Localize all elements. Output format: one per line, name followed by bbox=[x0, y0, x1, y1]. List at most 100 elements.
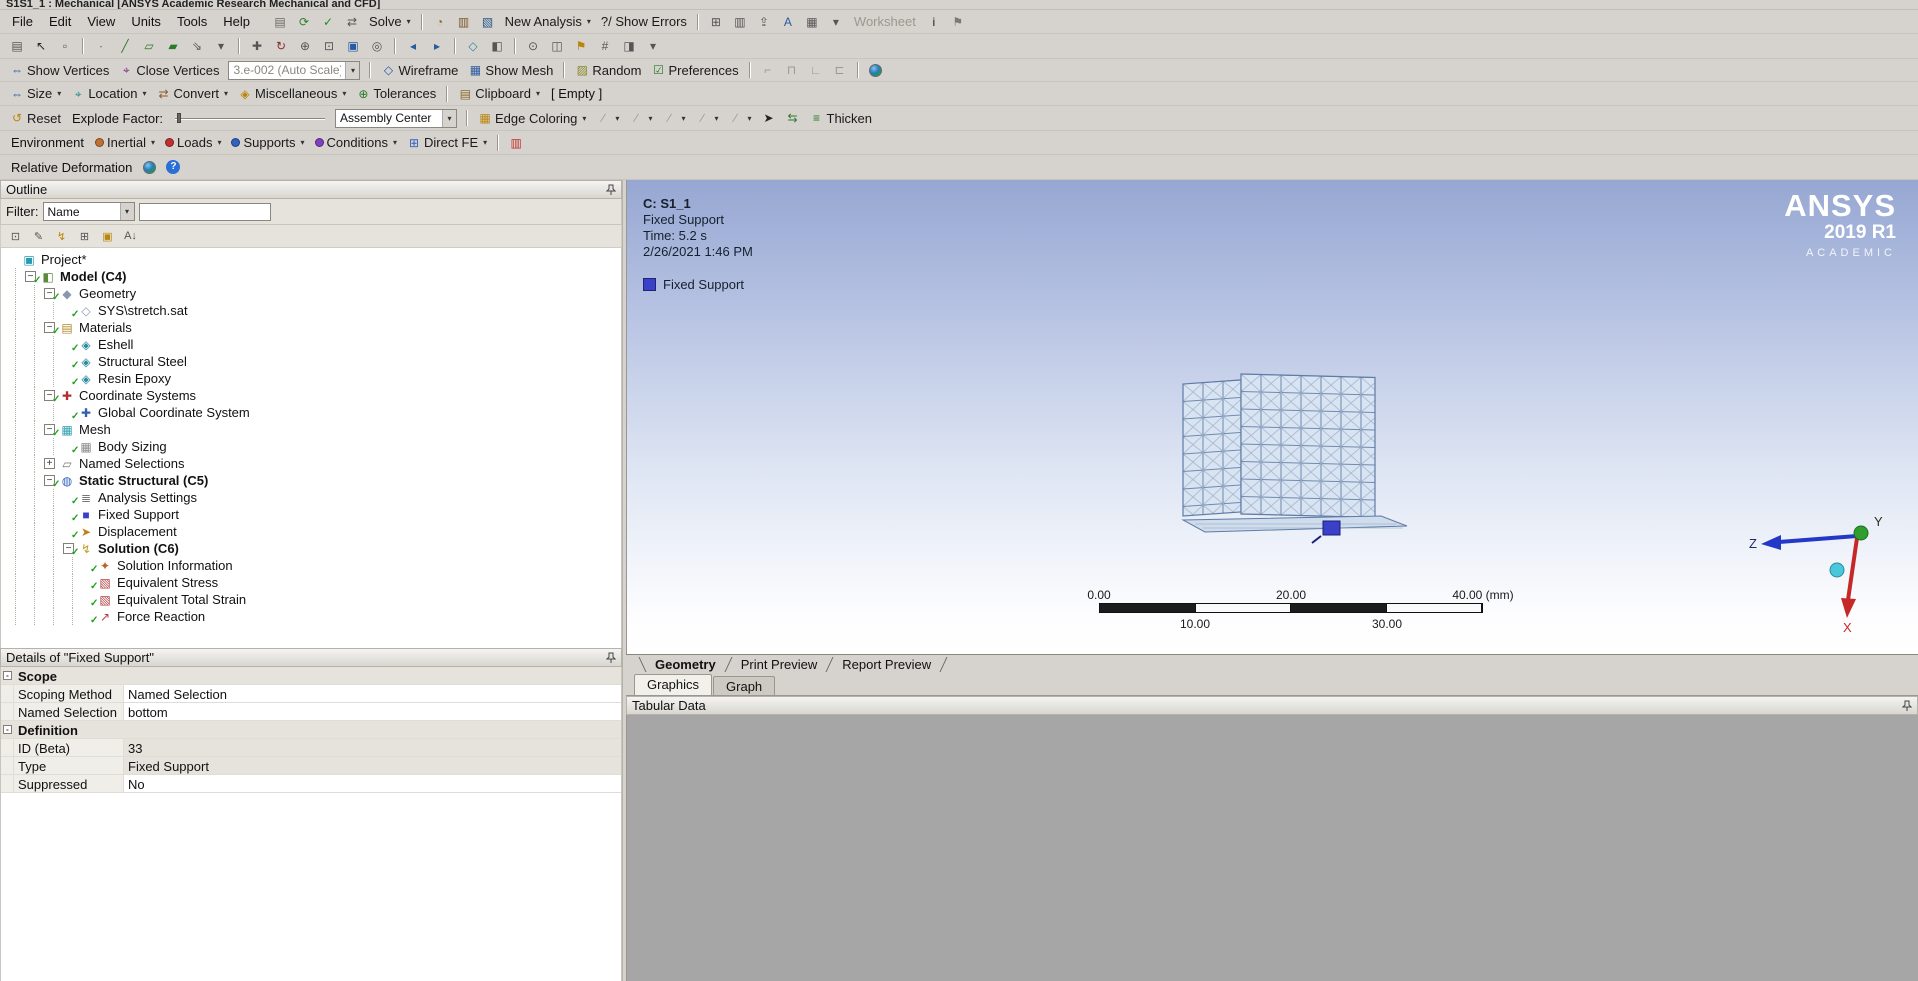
tag-icon[interactable]: ⚑ bbox=[946, 11, 970, 32]
expand-more-icon[interactable]: ⊞ bbox=[74, 227, 95, 246]
extrema-icon[interactable]: ⇆ bbox=[781, 108, 805, 129]
inertial-dropdown[interactable]: Inertial ▾ bbox=[90, 132, 160, 153]
collapse-icon[interactable]: - bbox=[3, 725, 12, 734]
box-select-icon[interactable]: ▫ bbox=[53, 36, 77, 57]
gauge-icon[interactable]: ◔ bbox=[428, 11, 452, 32]
rescale-annotation-icon[interactable]: ⊙ bbox=[521, 36, 545, 57]
body-filter-icon[interactable]: ▰ bbox=[161, 36, 185, 57]
select-mode-caret-icon[interactable]: ▾ bbox=[209, 36, 233, 57]
refresh-icon[interactable]: ⟳ bbox=[292, 11, 316, 32]
face-filter-icon[interactable]: ▱ bbox=[137, 36, 161, 57]
remote-solve-icon[interactable]: ⇄ bbox=[340, 11, 364, 32]
conditions-dropdown[interactable]: Conditions ▾ bbox=[310, 132, 402, 153]
menu-view[interactable]: View bbox=[79, 10, 123, 33]
convert-dropdown[interactable]: ⇄ Convert ▾ bbox=[151, 83, 233, 104]
random-colors-button[interactable]: ▨ Random bbox=[570, 60, 646, 81]
previous-view-icon[interactable]: ◂ bbox=[401, 36, 425, 57]
tree-item-coordinate-systems[interactable]: − ✚ ✓ Coordinate Systems bbox=[6, 387, 621, 405]
paste-icon[interactable]: ▤ bbox=[268, 11, 292, 32]
details-section-definition[interactable]: - Definition bbox=[1, 721, 621, 739]
next-view-icon[interactable]: ▸ bbox=[425, 36, 449, 57]
chart2-icon[interactable]: ▥ bbox=[728, 11, 752, 32]
edge-filter-icon[interactable]: ╱ bbox=[113, 36, 137, 57]
globe-icon[interactable] bbox=[138, 157, 161, 178]
tree-item-equivalent-total-strain[interactable]: ▧ ✓ Equivalent Total Strain bbox=[6, 591, 621, 609]
chart-icon[interactable]: ▥ bbox=[452, 11, 476, 32]
viewport-layout-caret-icon[interactable]: ▾ bbox=[641, 36, 665, 57]
tree-item-displacement[interactable]: ➤ ✓ Displacement bbox=[6, 523, 621, 541]
wireframe-button[interactable]: ◇ Wireframe bbox=[376, 60, 463, 81]
direct-fe-dropdown[interactable]: ⊞ Direct FE ▾ bbox=[402, 132, 492, 153]
sort-az-icon[interactable]: A↓ bbox=[120, 227, 141, 246]
solve-dropdown[interactable]: Solve ▾ bbox=[364, 11, 416, 32]
expand-all-icon[interactable]: ⊡ bbox=[5, 227, 26, 246]
tree-item-geometry[interactable]: − ◆ ✓ Geometry bbox=[6, 285, 621, 303]
details-property-value[interactable]: Named Selection bbox=[124, 685, 621, 702]
fit-view-icon[interactable]: ▣ bbox=[341, 36, 365, 57]
ruler-icon[interactable]: # bbox=[593, 36, 617, 57]
3d-viewport[interactable]: C: S1_1 Fixed Support Time: 5.2 s 2/26/2… bbox=[626, 180, 1918, 654]
tree-item-eshell[interactable]: ◈ ✓ Eshell bbox=[6, 336, 621, 354]
look-at-icon[interactable]: ◧ bbox=[485, 36, 509, 57]
tree-item-resin-epoxy[interactable]: ◈ ✓ Resin Epoxy bbox=[6, 370, 621, 388]
capture-caret-icon[interactable]: ▾ bbox=[824, 11, 848, 32]
edit-filter-icon[interactable]: ✎ bbox=[28, 227, 49, 246]
assembly-center-combo[interactable]: Assembly Center ▾ bbox=[335, 108, 458, 128]
tree-item-sys-stretch-sat[interactable]: ◇ ✓ SYS\stretch.sat bbox=[6, 302, 621, 320]
tree-item-materials[interactable]: − ▤ ✓ Materials bbox=[6, 319, 621, 337]
tab-graphics[interactable]: Graphics bbox=[634, 674, 713, 695]
outline-pane-icon[interactable]: ▤ bbox=[5, 36, 29, 57]
viewports-icon[interactable]: ◫ bbox=[545, 36, 569, 57]
tree-item-body-sizing[interactable]: ▦ ✓ Body Sizing bbox=[6, 438, 621, 456]
size-dropdown[interactable]: ⇔ Size ▾ bbox=[5, 83, 66, 104]
menu-edit[interactable]: Edit bbox=[41, 10, 79, 33]
miscellaneous-dropdown[interactable]: ◈ Miscellaneous ▾ bbox=[233, 83, 351, 104]
menu-help[interactable]: Help bbox=[215, 10, 258, 33]
close-vertices-button[interactable]: ⌖ Close Vertices bbox=[114, 60, 224, 81]
show-vertices-button[interactable]: ⇔ Show Vertices bbox=[5, 60, 114, 81]
details-property-value[interactable]: bottom bbox=[124, 703, 621, 720]
menu-file[interactable]: File bbox=[4, 10, 41, 33]
location-dropdown[interactable]: ⌖ Location ▾ bbox=[66, 83, 151, 104]
tree-item-fixed-support[interactable]: ■ ✓ Fixed Support bbox=[6, 506, 621, 524]
text-annotation-icon[interactable]: A bbox=[776, 11, 800, 32]
tree-item-named-selections[interactable]: + ▱ Named Selections bbox=[6, 455, 621, 472]
commands-icon[interactable]: ▥ bbox=[504, 132, 528, 153]
tree-item-solution-information[interactable]: ✦ ✓ Solution Information bbox=[6, 557, 621, 575]
box-zoom-icon[interactable]: ⊡ bbox=[317, 36, 341, 57]
new-analysis-dropdown[interactable]: New Analysis ▾ bbox=[500, 11, 596, 32]
preferences-button[interactable]: ☑ Preferences bbox=[646, 60, 743, 81]
selection-info-cursor-icon[interactable]: i bbox=[922, 11, 946, 32]
details-property-value[interactable]: No bbox=[124, 775, 621, 792]
slider-handle[interactable] bbox=[177, 113, 182, 123]
solve-status-icon[interactable]: ✓ bbox=[316, 11, 340, 32]
pin-icon[interactable] bbox=[606, 652, 616, 664]
loads-dropdown[interactable]: Loads ▾ bbox=[160, 132, 226, 153]
direction-arrow-icon[interactable]: ➤ bbox=[757, 108, 781, 129]
tab-geometry[interactable]: Geometry bbox=[649, 657, 722, 672]
new-chart-icon[interactable]: ▧ bbox=[476, 11, 500, 32]
view-sphere-icon[interactable] bbox=[864, 60, 887, 81]
tab-print-preview[interactable]: Print Preview bbox=[735, 657, 824, 672]
tab-graph[interactable]: Graph bbox=[713, 676, 776, 695]
orientation-triad[interactable]: Z X Y bbox=[1745, 498, 1905, 638]
help-icon[interactable]: ? bbox=[161, 157, 185, 178]
pin-icon[interactable] bbox=[606, 184, 616, 196]
select-arrow-icon[interactable]: ↖ bbox=[29, 36, 53, 57]
filter-type-combo[interactable]: Name ▾ bbox=[42, 202, 135, 221]
tag-label-icon[interactable]: ⚑ bbox=[569, 36, 593, 57]
collapse-icon[interactable]: - bbox=[3, 671, 12, 680]
pin-icon[interactable] bbox=[1902, 700, 1912, 712]
tree-item-static-structural-c5[interactable]: − ◍ ✓ Static Structural (C5) bbox=[6, 472, 621, 490]
tree-item-project[interactable]: ▣ Project* bbox=[6, 251, 621, 268]
details-property-value[interactable]: Fixed Support bbox=[124, 757, 621, 774]
explode-factor-slider[interactable] bbox=[175, 110, 326, 126]
tree-item-solution-c6[interactable]: − ↯ ✓ Solution (C6) bbox=[6, 540, 621, 558]
show-errors-button[interactable]: ?/ Show Errors bbox=[596, 11, 692, 32]
tree-item-global-coordinate-system[interactable]: ✚ ✓ Global Coordinate System bbox=[6, 404, 621, 422]
image-capture-icon[interactable]: ▦ bbox=[800, 11, 824, 32]
tree-expander-icon[interactable]: + bbox=[44, 458, 55, 469]
vertex-scale-combo[interactable]: 3.e-002 (Auto Scale) ▾ bbox=[228, 60, 361, 80]
flash-filter-icon[interactable]: ↯ bbox=[51, 227, 72, 246]
iso-view-icon[interactable]: ◇ bbox=[461, 36, 485, 57]
